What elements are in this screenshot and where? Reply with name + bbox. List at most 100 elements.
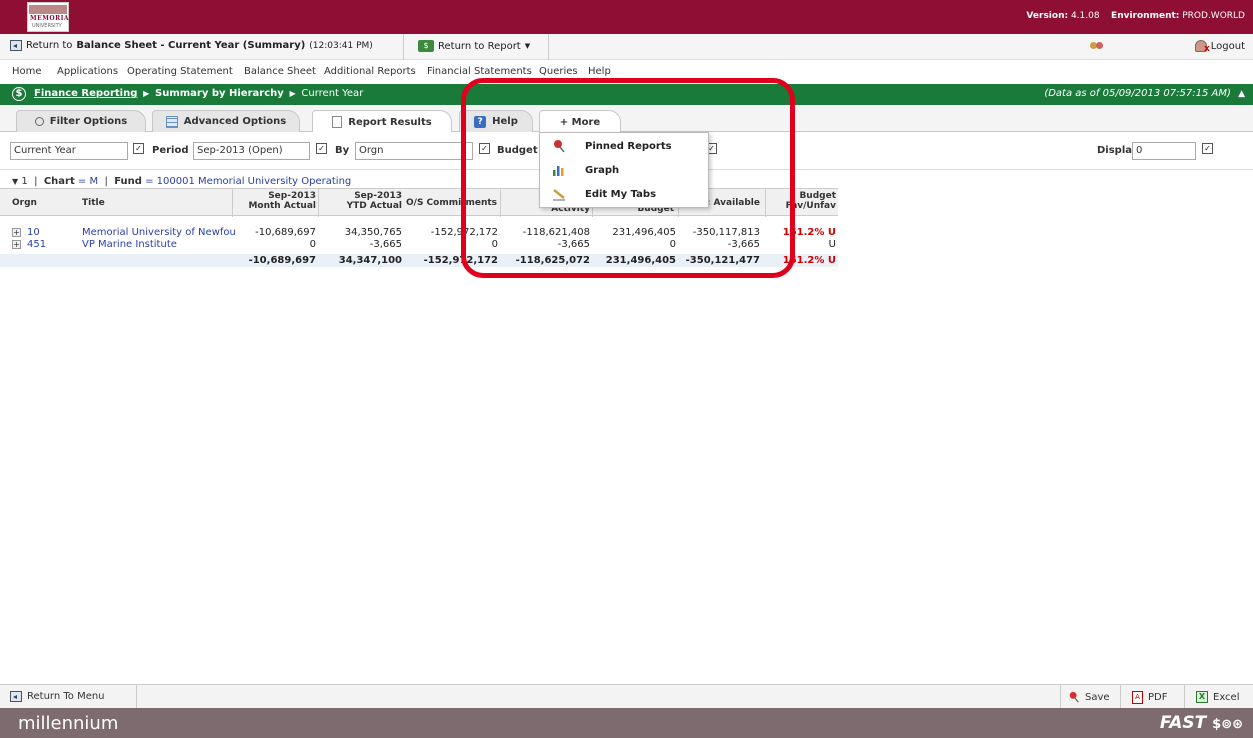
fund-label: Fund <box>114 176 142 187</box>
search-icon <box>34 117 44 126</box>
column-header-ytd-actual[interactable]: Sep-2013 YTD Actual <box>322 191 402 211</box>
display-dropdown-toggle[interactable]: ✓ <box>1202 143 1213 154</box>
save-label: Save <box>1085 691 1110 703</box>
expand-row-icon[interactable]: + <box>12 228 21 237</box>
grid-icon <box>165 115 178 128</box>
tab-label: Advanced Options <box>183 116 287 127</box>
fast-logo: FAST $⊚⊛ <box>1159 713 1243 733</box>
data-as-of-text: (Data as of 05/09/2013 07:57:15 AM) <box>1044 88 1231 99</box>
pdf-label: PDF <box>1148 692 1168 703</box>
chart-value[interactable]: = M <box>78 176 98 187</box>
cell-orgn[interactable]: 451 <box>27 239 46 250</box>
cell-title[interactable]: Memorial University of Newfou <box>82 227 236 238</box>
column-header-ytd-actual-line1: Sep-2013 <box>354 191 402 201</box>
tab-label: Report Results <box>348 116 432 128</box>
data-as-of: (Data as of 05/09/2013 07:57:15 AM) ▲ <box>1044 88 1245 99</box>
menu-financial-statements[interactable]: Financial Statements <box>427 66 532 77</box>
separator <box>403 34 404 60</box>
by-dropdown-toggle[interactable]: ✓ <box>479 143 490 154</box>
fast-logo-text: FAST <box>1159 713 1207 733</box>
breadcrumb: Finance Reporting ▶ Summary by Hierarchy… <box>34 88 363 99</box>
cell-ytd-actual: -3,665 <box>369 239 402 250</box>
menu-item-edit-my-tabs[interactable]: Edit My Tabs <box>540 183 710 205</box>
cell-budget: 231,496,405 <box>612 227 676 238</box>
total-budget: 231,496,405 <box>605 255 676 266</box>
cell-ytd-actual: 34,350,765 <box>344 227 402 238</box>
tab-label: Filter Options <box>49 116 128 127</box>
total-ytd-actual: 34,347,100 <box>338 255 402 266</box>
period-select[interactable]: Sep-2013 (Open) <box>193 142 310 160</box>
excel-icon: X <box>1196 691 1208 703</box>
collapse-up-icon[interactable]: ▲ <box>1238 89 1245 99</box>
year-dropdown-toggle[interactable]: ✓ <box>133 143 144 154</box>
save-button[interactable]: Save <box>1068 691 1110 703</box>
version-info: Version: 4.1.08 Environment: PROD.WORLD <box>1026 11 1245 21</box>
return-to-balance-sheet-link[interactable]: Return to Balance Sheet - Current Year (… <box>10 40 373 51</box>
column-header-fav-unfav-line2: Fav/Unfav <box>785 201 836 211</box>
column-header-fav-unfav[interactable]: Budget Fav/Unfav <box>768 191 836 211</box>
tab-more[interactable]: + More <box>539 110 621 133</box>
total-row: -10,689,697 34,347,100 -152,972,172 -118… <box>0 254 838 267</box>
footer: millennium FAST $⊚⊛ <box>0 708 1253 738</box>
logout-button[interactable]: x Logout <box>1194 40 1245 54</box>
more-dropdown-menu: Pinned Reports Graph Edit My Tabs <box>539 132 709 208</box>
version-label: Version: <box>1026 11 1069 21</box>
cell-available: -3,665 <box>727 239 760 250</box>
column-header-title[interactable]: Title <box>82 198 105 208</box>
tab-strip: Filter Options Advanced Options Report R… <box>0 105 1253 133</box>
menu-applications[interactable]: Applications <box>57 66 118 77</box>
year-select[interactable]: Current Year <box>10 142 128 160</box>
return-to-report-button[interactable]: $ Return to Report ▼ <box>418 40 530 52</box>
tab-help[interactable]: ? Help <box>459 110 533 132</box>
period-label: Period <box>152 145 189 156</box>
total-activity: -118,625,072 <box>515 255 590 266</box>
period-dropdown-toggle[interactable]: ✓ <box>316 143 327 154</box>
breadcrumb-current-year: Current Year <box>301 88 364 99</box>
millennium-logo: millennium <box>18 713 119 734</box>
menu-help[interactable]: Help <box>588 66 611 77</box>
by-select[interactable]: Orgn <box>355 142 473 160</box>
menu-item-pinned-reports[interactable]: Pinned Reports <box>540 135 710 157</box>
column-header-orgn[interactable]: Orgn <box>12 198 37 208</box>
menu-balance-sheet[interactable]: Balance Sheet <box>244 66 316 77</box>
tab-report-results[interactable]: Report Results <box>312 110 452 133</box>
menu-item-label: Pinned Reports <box>585 141 672 152</box>
menu-home[interactable]: Home <box>12 66 42 77</box>
tab-advanced-options[interactable]: Advanced Options <box>152 110 300 132</box>
excel-button[interactable]: X Excel <box>1196 691 1240 703</box>
return-to-menu-button[interactable]: Return To Menu <box>10 691 105 702</box>
pdf-icon: A <box>1132 691 1143 704</box>
logo-subtext: UNIVERSITY <box>32 23 62 29</box>
column-header-fav-unfav-line1: Budget <box>799 191 836 201</box>
menu-queries[interactable]: Queries <box>539 66 578 77</box>
back-arrow-icon <box>10 691 22 702</box>
separator <box>1120 685 1121 709</box>
cell-fav-unfav: 151.2% U <box>782 227 836 238</box>
display-select[interactable]: 0 <box>1132 142 1196 160</box>
column-header-commitments[interactable]: O/S Commitments <box>406 198 497 208</box>
fund-value[interactable]: = 100001 Memorial University Operating <box>145 176 351 187</box>
pdf-button[interactable]: A PDF <box>1132 691 1167 704</box>
menu-additional-reports[interactable]: Additional Reports <box>324 66 416 77</box>
column-header-month-actual[interactable]: Sep-2013 Month Actual <box>236 191 316 211</box>
return-bar: Return to Balance Sheet - Current Year (… <box>0 34 1253 60</box>
tab-filter-options[interactable]: Filter Options <box>16 110 146 132</box>
expand-toggle-icon[interactable]: ▼ <box>12 177 18 186</box>
menu-operating-statement[interactable]: Operating Statement <box>127 66 233 77</box>
breadcrumb-finance-reporting[interactable]: Finance Reporting <box>34 88 137 99</box>
menu-item-graph[interactable]: Graph <box>540 159 710 181</box>
cell-orgn[interactable]: 10 <box>27 227 40 238</box>
environment-value: PROD.WORLD <box>1182 11 1245 21</box>
level-number: 1 <box>21 176 28 187</box>
people-icon[interactable] <box>1090 40 1104 52</box>
excel-label: Excel <box>1213 691 1240 703</box>
bar-chart-icon <box>553 166 564 176</box>
cell-title[interactable]: VP Marine Institute <box>82 239 177 250</box>
separator <box>1184 685 1185 709</box>
chevron-down-icon: ▼ <box>524 42 531 50</box>
document-icon <box>332 116 343 128</box>
breadcrumb-summary-by-hierarchy: Summary by Hierarchy <box>155 88 284 99</box>
column-header-month-actual-line1: Sep-2013 <box>268 191 316 201</box>
tab-label: + More <box>559 116 601 128</box>
expand-row-icon[interactable]: + <box>12 240 21 249</box>
